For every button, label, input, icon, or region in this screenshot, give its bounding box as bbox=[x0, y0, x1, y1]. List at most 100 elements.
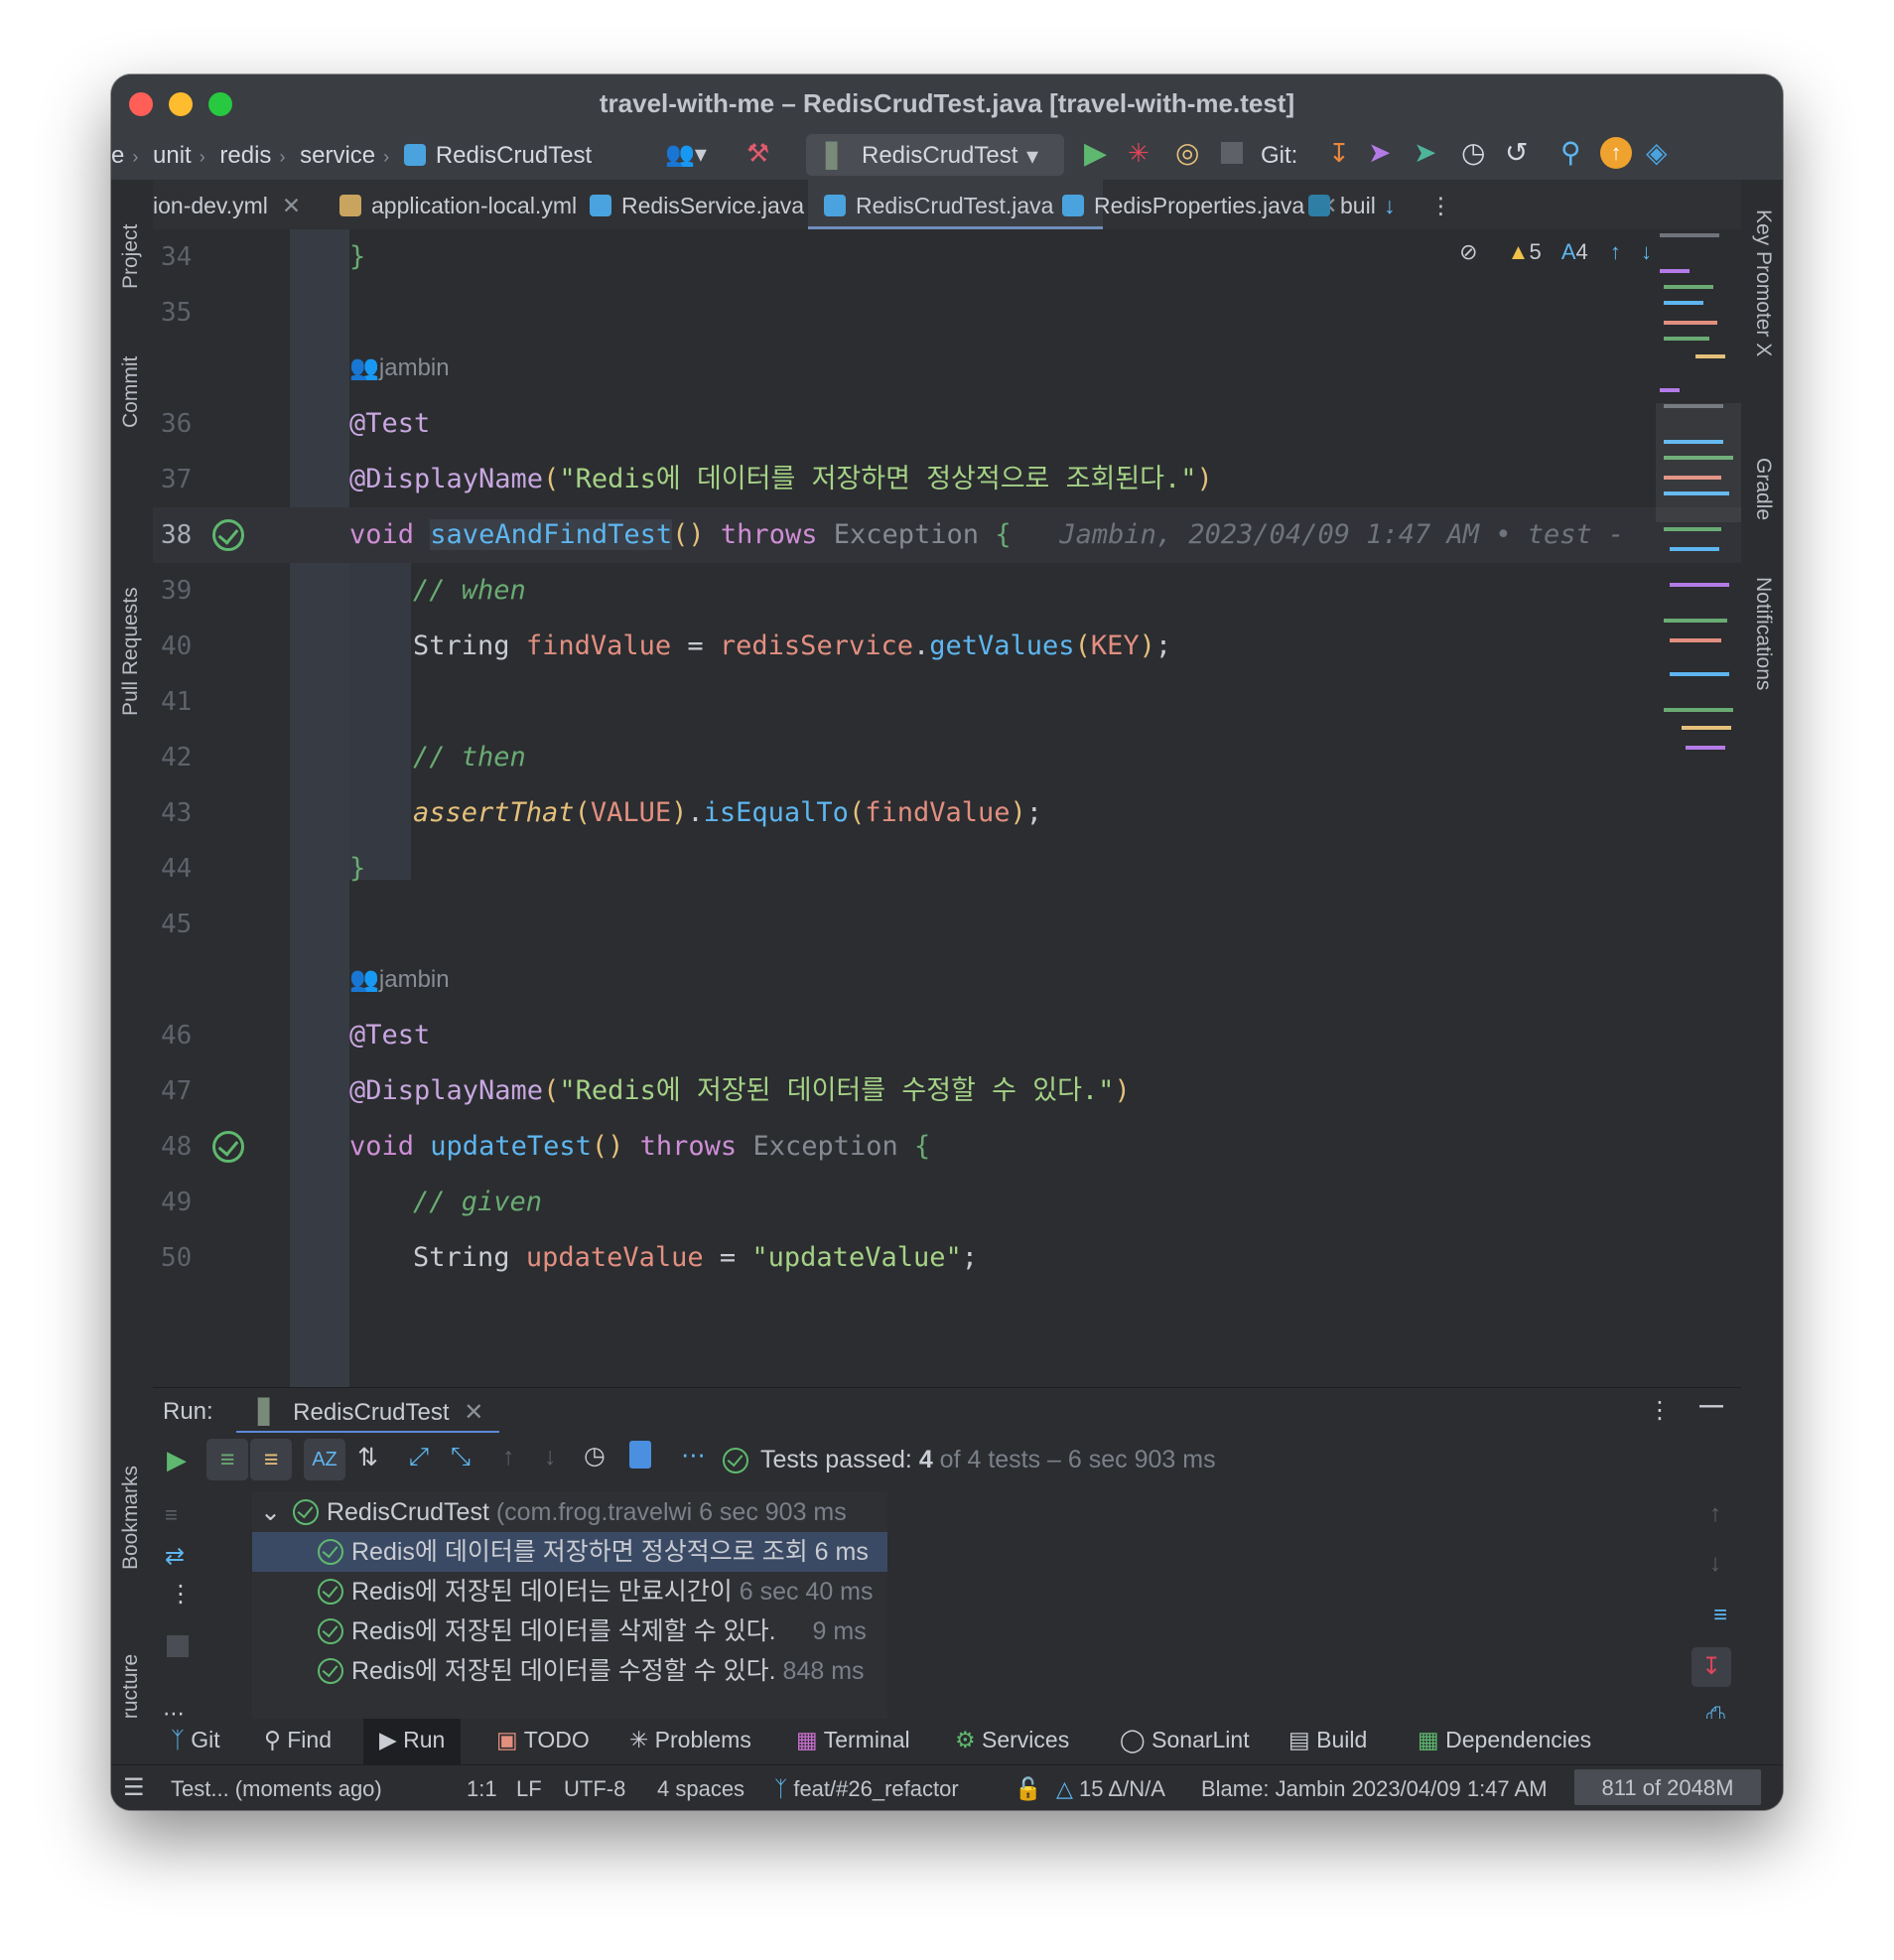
more-horizontal-icon[interactable]: ⋯ bbox=[681, 1441, 706, 1470]
find-tool-button[interactable]: ⚲ Find bbox=[264, 1727, 332, 1753]
run-with-coverage-icon[interactable]: ◎ bbox=[1175, 136, 1199, 169]
minimap-viewport[interactable] bbox=[1656, 403, 1741, 522]
stop-icon[interactable] bbox=[1221, 142, 1243, 164]
git-commit-icon[interactable]: ➤ bbox=[1368, 136, 1391, 169]
sonarlint-tool-button[interactable]: ◯ SonarLint bbox=[1120, 1727, 1250, 1753]
line-number: 35 bbox=[161, 298, 193, 328]
close-icon[interactable]: ✕ bbox=[464, 1399, 483, 1426]
bookmarks-tool-button[interactable]: Bookmarks bbox=[119, 1466, 143, 1570]
tab-application-dev-yml[interactable]: ion-dev.yml ✕ bbox=[153, 180, 301, 229]
more-vertical-icon[interactable]: ⋮ bbox=[169, 1580, 193, 1609]
blame-info[interactable]: Blame: Jambin 2023/04/09 1:47 AM bbox=[1201, 1776, 1548, 1802]
show-passed-icon[interactable]: ≡ bbox=[206, 1439, 248, 1480]
test-tree-item[interactable]: Redis에 데이터를 저장하면 정상적으로 조회 6 ms bbox=[252, 1532, 887, 1572]
test-tree-item[interactable]: Redis에 저장된 데이터를 삭제할 수 있다. 9 ms bbox=[252, 1611, 887, 1651]
git-update-icon[interactable]: ↧ bbox=[1328, 138, 1350, 169]
layers-icon[interactable]: ☰ bbox=[123, 1773, 145, 1802]
test-time: 6 sec 40 ms bbox=[739, 1578, 874, 1606]
breadcrumb-item[interactable]: e bbox=[111, 142, 124, 169]
terminal-tool-button[interactable]: ▦ Terminal bbox=[796, 1727, 910, 1753]
git-branch-widget[interactable]: ᛉ feat/#26_refactor bbox=[774, 1776, 959, 1802]
sort-by-duration-icon[interactable]: ⇅ bbox=[357, 1443, 378, 1472]
run-icon[interactable]: ▶ bbox=[1084, 136, 1107, 171]
code-minimap[interactable] bbox=[1656, 229, 1741, 924]
more-vertical-icon[interactable]: ⋮ bbox=[1648, 1396, 1672, 1425]
expand-all-icon[interactable]: ⤢ bbox=[409, 1443, 429, 1471]
dependencies-tool-button[interactable]: ▦ Dependencies bbox=[1418, 1727, 1591, 1753]
close-icon[interactable]: ✕ bbox=[282, 193, 301, 218]
git-push-icon[interactable]: ➤ bbox=[1414, 136, 1436, 169]
run-tab-redis-crud-test[interactable]: ▋ RedisCrudTest ✕ bbox=[236, 1388, 500, 1434]
services-tool-button[interactable]: ⚙ Services bbox=[955, 1727, 1069, 1753]
breadcrumb-item[interactable]: unit bbox=[153, 142, 192, 169]
code-author-hint[interactable]: 👥jambin bbox=[153, 341, 1741, 396]
show-ignored-icon[interactable]: ≡ bbox=[250, 1439, 292, 1480]
debug-icon[interactable]: ✳ bbox=[1128, 138, 1150, 169]
test-class-name: RedisCrudTest bbox=[326, 1498, 489, 1526]
search-icon[interactable]: ⚲ bbox=[1560, 136, 1581, 169]
rollback-icon[interactable]: ↺ bbox=[1505, 136, 1528, 169]
indent-setting[interactable]: 4 spaces bbox=[657, 1776, 744, 1802]
tab-list-down-icon[interactable]: ↓ bbox=[1384, 180, 1396, 229]
breadcrumb-item[interactable]: redis bbox=[219, 142, 271, 169]
more-vertical-icon[interactable]: ⋮ bbox=[1429, 180, 1452, 229]
tab-build-gradle[interactable]: buil bbox=[1308, 180, 1376, 229]
passed-icon bbox=[318, 1579, 343, 1605]
history-icon[interactable]: ◷ bbox=[1461, 136, 1485, 169]
test-tree-item[interactable]: Redis에 저장된 데이터는 만료시간이 6 sec 40 ms bbox=[252, 1572, 887, 1611]
test-tree-item[interactable]: Redis에 저장된 데이터를 수정할 수 있다. 848 ms bbox=[252, 1651, 887, 1691]
line-separator[interactable]: LF bbox=[516, 1776, 542, 1802]
sort-alphabetically-icon[interactable]: AZ bbox=[304, 1439, 345, 1480]
test-passed-icon[interactable] bbox=[212, 519, 244, 551]
lock-icon[interactable]: 🔓 bbox=[1015, 1776, 1041, 1802]
test-passed-icon[interactable] bbox=[212, 1131, 244, 1163]
breadcrumb-item[interactable]: service bbox=[300, 142, 375, 169]
file-encoding[interactable]: UTF-8 bbox=[564, 1776, 625, 1802]
key-promoter-tool-button[interactable]: Key Promoter X bbox=[1751, 210, 1775, 356]
caret-position[interactable]: 1:1 bbox=[467, 1776, 497, 1802]
collapse-all-icon[interactable]: ⤡ bbox=[451, 1443, 471, 1471]
tab-redis-service[interactable]: RedisService.java✕ bbox=[590, 180, 837, 229]
pull-requests-tool-button[interactable]: Pull Requests bbox=[119, 587, 143, 716]
code-author-hint[interactable]: 👥jambin bbox=[153, 952, 1741, 1008]
commit-tool-button[interactable]: Commit bbox=[119, 356, 143, 428]
test-time: 6 ms bbox=[814, 1538, 869, 1566]
test-tree-root[interactable]: ⌄ RedisCrudTest (com.frog.travelwi 6 sec … bbox=[252, 1492, 887, 1532]
soft-wrap-icon[interactable]: ≡ bbox=[1713, 1602, 1727, 1629]
toggle-autoscroll-icon[interactable]: ⇄ bbox=[165, 1542, 185, 1571]
update-available-icon[interactable]: ↑ bbox=[1600, 137, 1632, 169]
chevron-down-icon[interactable]: ⌄ bbox=[260, 1498, 281, 1526]
stop-icon[interactable] bbox=[167, 1635, 189, 1657]
tab-label: RedisCrudTest.java bbox=[856, 193, 1054, 218]
tab-redis-crud-test[interactable]: RedisCrudTest.java✕ bbox=[808, 180, 1103, 229]
minimize-panel-icon[interactable]: — bbox=[1699, 1392, 1723, 1420]
tool-label: Git bbox=[191, 1727, 220, 1752]
tab-application-local-yml[interactable]: application-local.yml✕ bbox=[339, 180, 609, 229]
todo-tool-button[interactable]: ▣ TODO bbox=[496, 1727, 590, 1753]
status-message[interactable]: Test... (moments ago) bbox=[171, 1776, 382, 1802]
build-hammer-icon[interactable]: ⚒ bbox=[746, 138, 769, 169]
filter-icon[interactable]: ≡ bbox=[165, 1502, 178, 1528]
notifications-tool-button[interactable]: Notifications bbox=[1751, 577, 1775, 690]
gradle-tool-button[interactable]: Gradle bbox=[1751, 458, 1775, 520]
export-results-icon[interactable] bbox=[629, 1441, 651, 1469]
run-tool-button[interactable]: ▶ Run bbox=[363, 1719, 462, 1764]
problems-tool-button[interactable]: ✳ Problems bbox=[629, 1727, 751, 1753]
test-class-file-icon bbox=[824, 195, 846, 216]
git-tool-button[interactable]: ᛉ Git bbox=[171, 1727, 220, 1753]
delta-widget[interactable]: △ 15 Δ/N/A bbox=[1056, 1776, 1165, 1802]
jetbrains-ai-icon[interactable]: ◈ bbox=[1646, 136, 1668, 169]
memory-indicator[interactable]: 811 of 2048M bbox=[1574, 1769, 1761, 1805]
test-history-icon[interactable]: ◷ bbox=[584, 1441, 606, 1470]
build-tool-button[interactable]: ▤ Build bbox=[1288, 1727, 1367, 1753]
run-configuration-select[interactable]: ▋ RedisCrudTest ▾ bbox=[806, 134, 1064, 176]
tab-redis-properties[interactable]: RedisProperties.java✕ bbox=[1062, 180, 1338, 229]
scroll-to-end-icon[interactable]: ↧ bbox=[1691, 1647, 1731, 1687]
class-file-icon bbox=[403, 144, 426, 166]
project-tool-button[interactable]: Project bbox=[119, 224, 143, 289]
rerun-icon[interactable]: ▶ bbox=[167, 1445, 187, 1475]
branch-name: feat/#26_refactor bbox=[793, 1776, 959, 1801]
breadcrumb-item[interactable]: RedisCrudTest bbox=[436, 142, 592, 169]
users-icon[interactable]: 👥▾ bbox=[665, 140, 707, 169]
code-editor[interactable]: ⊘ ▲5 A4 ↑ ↓ 34} 35 👥jambin 36 @Test 37 @Di… bbox=[153, 229, 1741, 1387]
